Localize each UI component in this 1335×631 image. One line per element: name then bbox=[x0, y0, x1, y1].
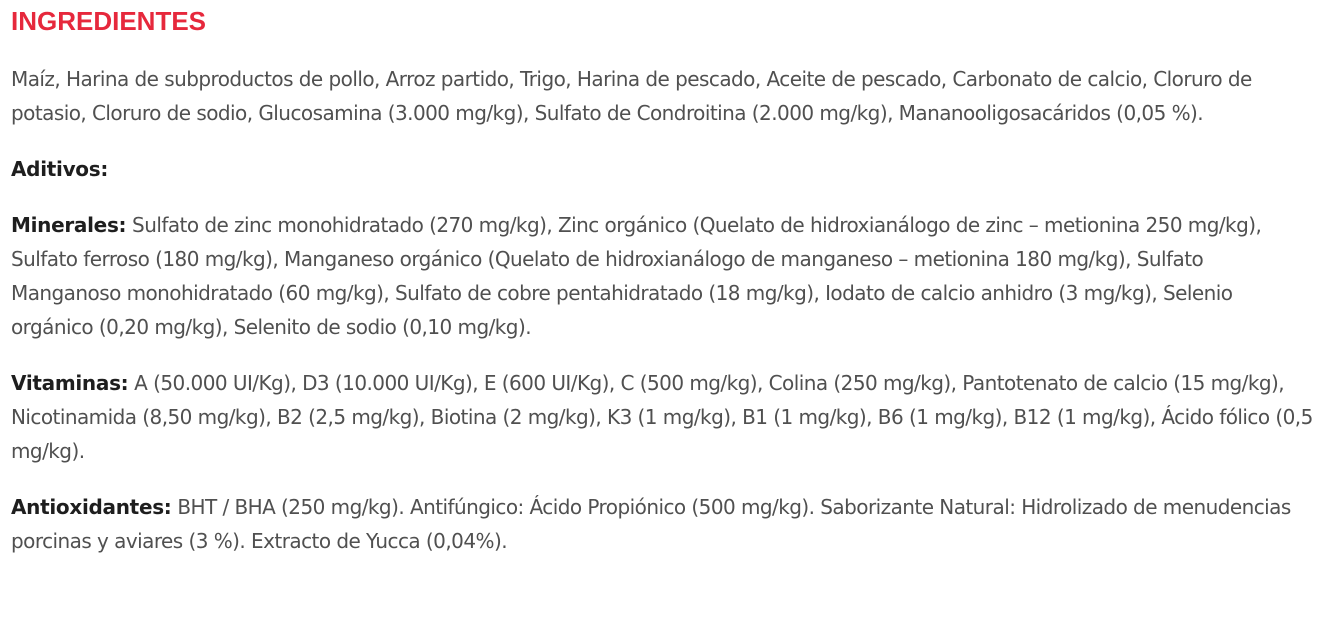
vitaminas-label: Vitaminas: bbox=[11, 371, 129, 395]
ingredients-section: INGREDIENTES Maíz, Harina de subproducto… bbox=[11, 4, 1316, 558]
aditivos-heading: Aditivos: bbox=[11, 152, 1316, 186]
antioxidantes-text: BHT / BHA (250 mg/kg). Antifúngico: Ácid… bbox=[11, 495, 1291, 553]
minerales-text: Sulfato de zinc monohidratado (270 mg/kg… bbox=[11, 213, 1262, 339]
section-title: INGREDIENTES bbox=[11, 6, 207, 36]
ingredients-list: Maíz, Harina de subproductos de pollo, A… bbox=[11, 62, 1316, 130]
minerales-paragraph: Minerales: Sulfato de zinc monohidratado… bbox=[11, 208, 1316, 344]
ingredients-text: Maíz, Harina de subproductos de pollo, A… bbox=[11, 67, 1252, 125]
minerales-label: Minerales: bbox=[11, 213, 127, 237]
antioxidantes-label: Antioxidantes: bbox=[11, 495, 172, 519]
aditivos-label: Aditivos: bbox=[11, 157, 109, 181]
vitaminas-paragraph: Vitaminas: A (50.000 UI/Kg), D3 (10.000 … bbox=[11, 366, 1316, 468]
antioxidantes-paragraph: Antioxidantes: BHT / BHA (250 mg/kg). An… bbox=[11, 490, 1316, 558]
vitaminas-text: A (50.000 UI/Kg), D3 (10.000 UI/Kg), E (… bbox=[11, 371, 1313, 463]
